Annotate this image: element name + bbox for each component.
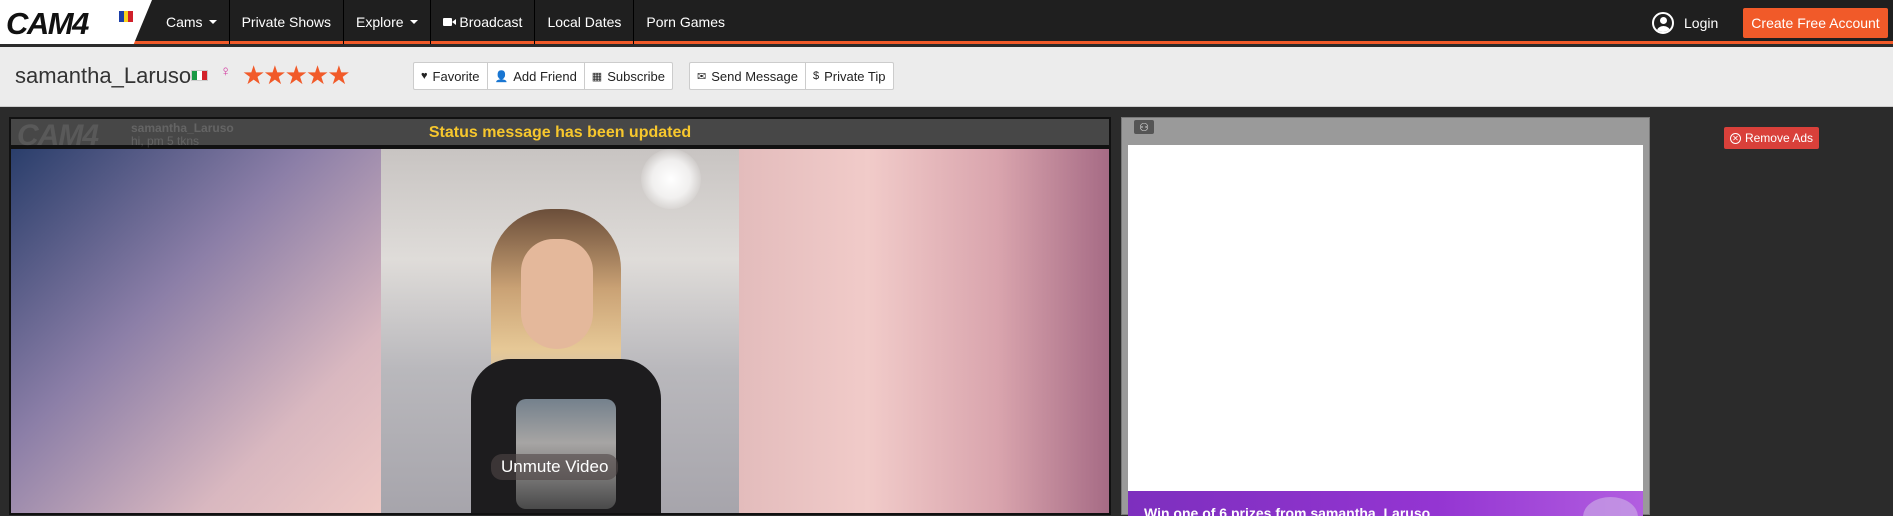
calendar-icon: ▦ [591,70,603,83]
rating-stars: ★★★★★ [242,60,351,90]
nav-item-local-dates[interactable]: Local Dates [535,0,635,44]
chat-body[interactable]: Win one of 6 prizes from samantha_Laruso [1128,145,1643,516]
lamp-light [641,149,701,209]
add-user-icon: 👤 [494,70,509,83]
favorite-button[interactable]: ♥ Favorite [414,63,488,89]
user-icon [1652,12,1674,34]
nav-item-porn-games[interactable]: Porn Games [634,0,737,44]
remove-ads-button[interactable]: ✕ Remove Ads [1724,127,1819,149]
video-header: CAM4 samantha_Laruso hi, pm 5 tkns Statu… [11,119,1109,152]
login-label: Login [1684,15,1719,31]
prize-wheel-icon [1583,497,1638,516]
chat-users-icon[interactable]: ⚇ [1134,120,1154,134]
button-label: Subscribe [607,68,666,84]
remove-ads-label: Remove Ads [1744,131,1814,145]
nav-item-cams[interactable]: Cams [154,0,230,44]
top-navbar: CAM4 Cams Private Shows Explore Broadcas… [0,0,1893,44]
caret-down-icon [208,20,217,24]
private-tip-button[interactable]: $ Private Tip [806,63,893,89]
caret-down-icon [409,20,418,24]
create-account-button[interactable]: Create Free Account [1743,8,1888,38]
video-blur-right [739,149,1109,513]
nav-item-private-shows[interactable]: Private Shows [230,0,345,44]
nav-item-explore[interactable]: Explore [344,0,431,44]
logo-text: CAM4 [6,6,89,41]
nav-item-label: Local Dates [547,14,622,30]
send-message-button[interactable]: ✉ Send Message [690,63,806,89]
camera-icon [442,18,456,26]
video-blur-left [11,149,381,513]
nav-item-label: Private Shows [241,14,332,30]
flag-icon [119,11,134,22]
nav-item-label: Cams [166,14,203,30]
message-actions-group: ✉ Send Message $ Private Tip [689,62,894,90]
nav-item-broadcast[interactable]: Broadcast [431,0,536,44]
close-circle-icon: ✕ [1729,132,1741,144]
female-icon: ♀ [220,63,232,80]
button-label: Send Message [711,68,798,84]
nav-item-label: Explore [356,14,404,30]
button-label: Private Tip [824,68,886,84]
video-stream[interactable]: Unmute Video [11,149,1109,513]
performer-username: samantha_Laruso [15,63,192,88]
chat-panel: ⚇ Win one of 6 prizes from samantha_Laru… [1121,117,1650,516]
cam4-logo[interactable]: CAM4 [0,0,152,44]
nav-menu: Cams Private Shows Explore Broadcast Loc… [154,0,737,44]
italy-flag-icon [191,70,208,81]
button-label: Add Friend [513,68,577,84]
button-label: Favorite [432,68,480,84]
nav-item-label: Porn Games [646,14,725,30]
unmute-video-button[interactable]: Unmute Video [491,454,619,480]
promo-text: Win one of 6 prizes from samantha_Laruso [1144,505,1431,516]
dollar-icon: $ [812,70,820,82]
heart-icon: ♥ [421,70,428,82]
prize-promo-banner[interactable]: Win one of 6 prizes from samantha_Laruso [1128,491,1643,516]
subscribe-button[interactable]: ▦ Subscribe [585,63,672,89]
envelope-icon: ✉ [697,70,707,83]
status-message: Status message has been updated [428,124,692,141]
performer-face [521,239,593,349]
profile-actions-group: ♥ Favorite 👤 Add Friend ▦ Subscribe [413,62,674,90]
nav-item-label: Broadcast [459,14,523,30]
add-friend-button[interactable]: 👤 Add Friend [488,63,585,89]
video-player[interactable]: CAM4 samantha_Laruso hi, pm 5 tkns Statu… [9,117,1111,515]
login-link[interactable]: Login [1652,12,1718,34]
